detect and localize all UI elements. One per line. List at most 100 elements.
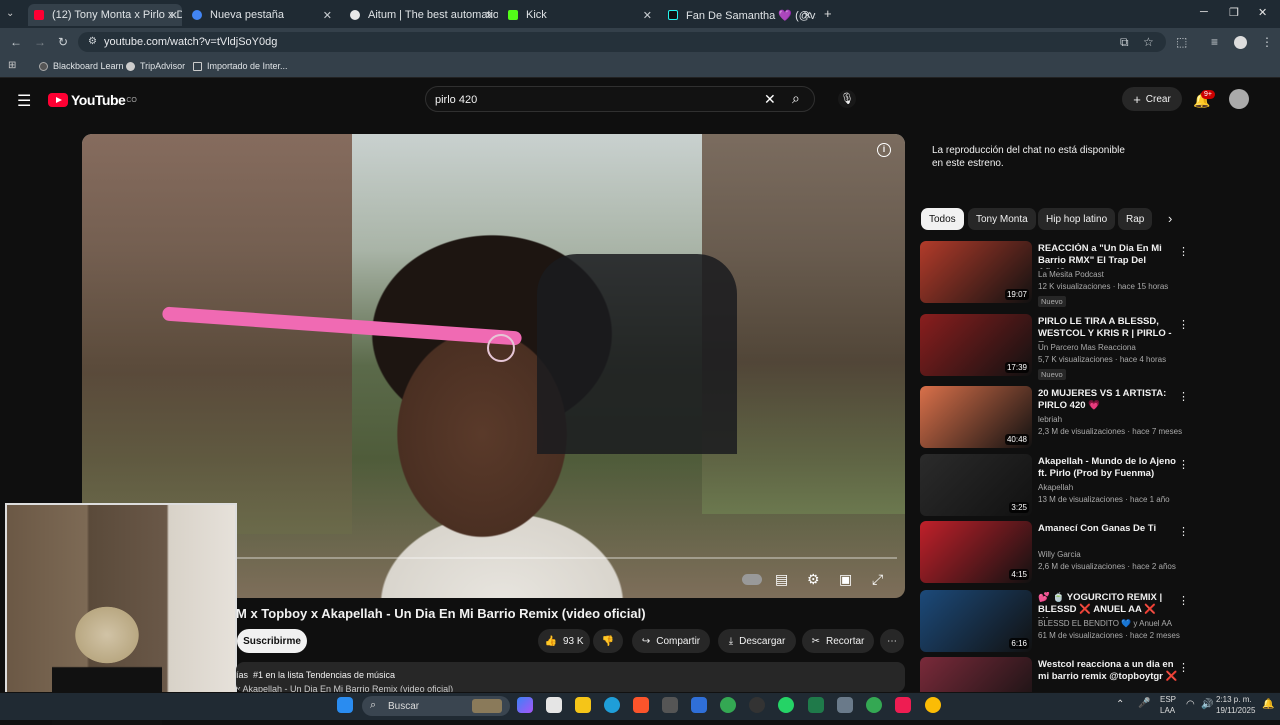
video-thumbnail[interactable]: 19:07 bbox=[920, 241, 1032, 303]
extensions-icon[interactable]: ⬚ bbox=[1176, 35, 1187, 49]
more-options-icon[interactable]: ⋮ bbox=[1178, 318, 1189, 331]
tab-search-icon[interactable]: ⌄ bbox=[6, 8, 14, 19]
download-button[interactable]: ⤓ Descargar bbox=[718, 629, 796, 653]
bookmark-tripadvisor[interactable]: TripAdvisor bbox=[126, 61, 185, 71]
apps-grid-icon[interactable]: ⊞ bbox=[8, 60, 16, 71]
url-text[interactable]: youtube.com/watch?v=tVldjSoY0dg bbox=[104, 36, 277, 48]
more-actions-button[interactable]: ⋯ bbox=[880, 629, 904, 653]
menu-icon[interactable]: ⋮ bbox=[1261, 35, 1273, 49]
chrome-icon[interactable] bbox=[720, 697, 736, 713]
maximize-icon[interactable]: ❐ bbox=[1229, 6, 1239, 19]
taskbar-search[interactable]: ⌕ Buscar bbox=[362, 696, 510, 716]
bookmark-folder[interactable]: Importado de Inter... bbox=[193, 61, 288, 71]
close-icon[interactable]: ✕ bbox=[169, 9, 178, 22]
wifi-icon[interactable]: ◠ bbox=[1186, 699, 1195, 710]
more-options-icon[interactable]: ⋮ bbox=[1178, 245, 1189, 258]
clock-time[interactable]: 2:13 p. m. bbox=[1216, 695, 1252, 704]
excel-icon[interactable] bbox=[808, 697, 824, 713]
task-view-icon[interactable] bbox=[546, 697, 562, 713]
search-icon[interactable]: ⌕ bbox=[792, 90, 800, 107]
recommendation-item[interactable]: 17:39 PIRLO LE TIRA A BLESSD, WESTCOL Y K… bbox=[920, 314, 1270, 380]
bookmark-star-icon[interactable]: ☆ bbox=[1143, 35, 1154, 49]
share-button[interactable]: ↪ Compartir bbox=[632, 629, 710, 653]
more-options-icon[interactable]: ⋮ bbox=[1178, 594, 1189, 607]
forward-icon[interactable]: → bbox=[34, 35, 46, 49]
recommendation-item[interactable]: 6:16 💕 🍵 YOGURCITO REMIX | BLESSD ❌ ANUEL… bbox=[920, 590, 1270, 652]
close-icon[interactable]: ✕ bbox=[323, 9, 332, 22]
recommendation-item[interactable]: 4:15 Amanecí Con Ganas De Ti Willy Garcia 2… bbox=[920, 521, 1270, 583]
reload-icon[interactable]: ↻ bbox=[58, 35, 68, 49]
more-options-icon[interactable]: ⋮ bbox=[1178, 525, 1189, 538]
edge-icon[interactable] bbox=[604, 697, 620, 713]
new-tab-button[interactable]: + bbox=[824, 6, 832, 21]
site-info-icon[interactable]: ⚙ bbox=[88, 36, 97, 47]
profile-icon[interactable] bbox=[1234, 36, 1247, 49]
fullscreen-icon[interactable]: ⤢ bbox=[872, 571, 883, 588]
clear-search-icon[interactable]: ✕ bbox=[764, 91, 776, 108]
more-options-icon[interactable]: ⋮ bbox=[1178, 458, 1189, 471]
video-thumbnail[interactable]: 17:39 bbox=[920, 314, 1032, 376]
tab-aitum[interactable]: Aitum | The best automation to ✕ bbox=[344, 4, 498, 26]
minimize-icon[interactable]: ─ bbox=[1200, 6, 1208, 18]
account-avatar[interactable] bbox=[1229, 89, 1249, 109]
video-thumbnail[interactable]: 40:48 bbox=[920, 386, 1032, 448]
subtitles-icon[interactable]: ▤ bbox=[775, 571, 788, 588]
like-button[interactable]: 👍 93 K bbox=[538, 629, 590, 653]
back-icon[interactable]: ← bbox=[10, 35, 22, 49]
chrome-profile-icon[interactable] bbox=[866, 697, 882, 713]
volume-icon[interactable]: 🔊 bbox=[1201, 699, 1213, 710]
install-app-icon[interactable]: ⧉ bbox=[1120, 35, 1129, 50]
video-thumbnail[interactable]: 4:15 bbox=[920, 521, 1032, 583]
chip-hip-hop-latino[interactable]: Hip hop latino bbox=[1038, 208, 1116, 230]
create-button[interactable]: + Crear bbox=[1122, 87, 1182, 111]
hamburger-menu-icon[interactable]: ☰ bbox=[17, 91, 31, 111]
close-icon[interactable]: ✕ bbox=[803, 9, 812, 22]
video-thumbnail[interactable]: 6:16 bbox=[920, 590, 1032, 652]
settings-icon[interactable] bbox=[837, 697, 853, 713]
windows-start-icon[interactable] bbox=[337, 697, 353, 713]
chrome-alt-icon[interactable] bbox=[925, 697, 941, 713]
clip-button[interactable]: ✂ Recortar bbox=[802, 629, 874, 653]
close-icon[interactable]: ✕ bbox=[485, 9, 494, 22]
more-options-icon[interactable]: ⋮ bbox=[1178, 390, 1189, 403]
progress-bar[interactable] bbox=[237, 557, 897, 559]
recommendation-item[interactable]: 40:48 20 MUJERES VS 1 ARTISTA: PIRLO 420 … bbox=[920, 386, 1270, 448]
description-box[interactable]: ías #1 en la lista Tendencias de música … bbox=[236, 662, 905, 692]
close-icon[interactable]: ✕ bbox=[643, 9, 652, 22]
voice-search-icon[interactable]: 🎙 bbox=[838, 90, 856, 108]
video-thumbnail[interactable]: 3:25 bbox=[920, 454, 1032, 516]
info-icon[interactable]: i bbox=[877, 143, 891, 157]
keyboard-language[interactable]: ESP bbox=[1160, 695, 1176, 704]
more-options-icon[interactable]: ⋮ bbox=[1178, 661, 1189, 674]
tab-youtube[interactable]: (12) Tony Monta x Pirlo x D ✕ bbox=[28, 4, 182, 26]
whatsapp-icon[interactable] bbox=[778, 697, 794, 713]
tiktok-live-icon[interactable] bbox=[895, 697, 911, 713]
bookmark-blackboard[interactable]: Blackboard Learn bbox=[39, 61, 124, 71]
chip-tony-monta[interactable]: Tony Monta bbox=[968, 208, 1036, 230]
youtube-logo[interactable]: YouTube CO bbox=[48, 92, 137, 108]
search-input[interactable]: pirlo 420 ✕ ⌕ bbox=[425, 86, 815, 112]
miniplayer-icon[interactable]: ▣ bbox=[839, 571, 852, 588]
chip-rap[interactable]: Rap bbox=[1118, 208, 1153, 230]
recommendation-item[interactable]: 19:07 REACCIÓN a "Un Dia En Mi Barrio RMX… bbox=[920, 241, 1270, 307]
chip-todos[interactable]: Todos bbox=[921, 208, 964, 230]
tray-chevron-icon[interactable]: ⌃ bbox=[1116, 699, 1124, 710]
dislike-button[interactable]: 👎 bbox=[593, 629, 623, 653]
notification-center-icon[interactable]: 🔔 bbox=[1262, 699, 1274, 710]
file-explorer-icon[interactable] bbox=[575, 697, 591, 713]
window-close-icon[interactable]: ✕ bbox=[1258, 6, 1267, 19]
copilot-icon[interactable] bbox=[517, 697, 533, 713]
autoplay-toggle[interactable] bbox=[742, 574, 762, 585]
outlook-icon[interactable] bbox=[691, 697, 707, 713]
recommendation-item[interactable]: 3:25 Akapellah - Mundo de lo Ajeno ft. Pi… bbox=[920, 454, 1270, 516]
obs-icon[interactable] bbox=[749, 697, 765, 713]
subscribe-button[interactable]: Suscribirme bbox=[237, 629, 307, 653]
settings-gear-icon[interactable]: ⚙ bbox=[807, 571, 820, 588]
app-icon[interactable] bbox=[662, 697, 678, 713]
brave-icon[interactable] bbox=[633, 697, 649, 713]
microphone-icon[interactable]: 🎤 bbox=[1138, 698, 1150, 709]
tab-tiktok[interactable]: Fan De Samantha 💜 (@vsp.sa ✕ bbox=[662, 4, 816, 26]
tab-new[interactable]: Nueva pestaña ✕ bbox=[186, 4, 336, 26]
tab-kick[interactable]: Kick ✕ bbox=[502, 4, 656, 26]
chevron-right-icon[interactable]: › bbox=[1168, 211, 1172, 226]
